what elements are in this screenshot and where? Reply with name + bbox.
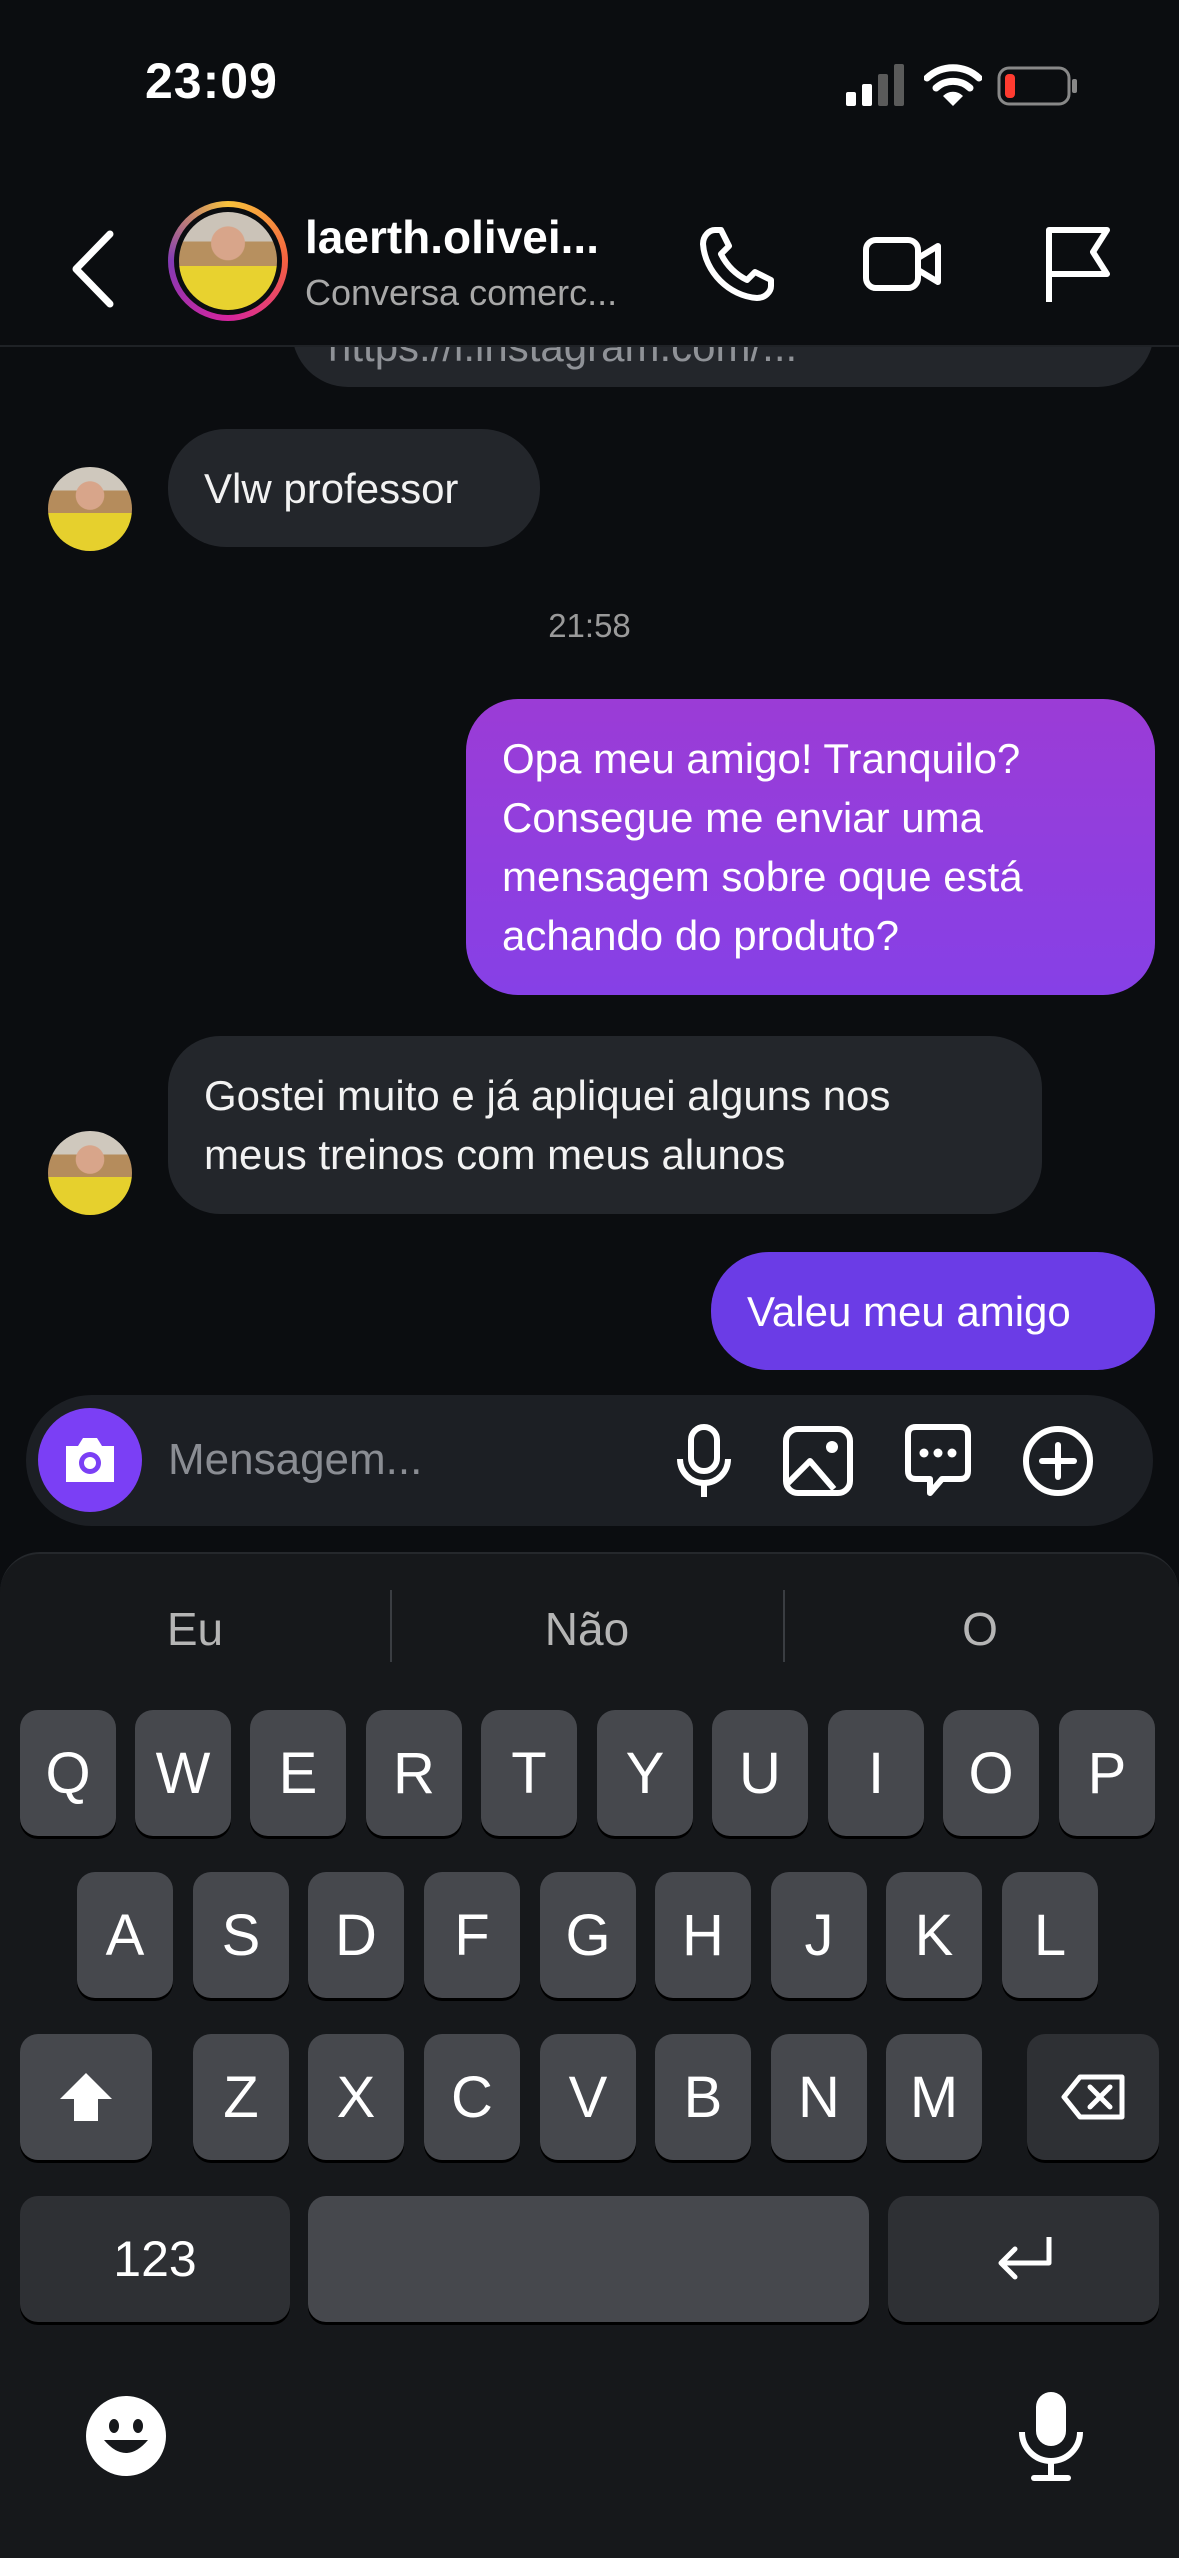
message-line: Opa meu amigo! Tranquilo? [502, 735, 1021, 782]
incoming-message[interactable]: Vlw professor [168, 429, 540, 547]
microphone-icon[interactable] [664, 1421, 744, 1501]
shared-link-bubble[interactable]: https://l.instagram.com/... [292, 345, 1154, 387]
key-g[interactable]: G [540, 1872, 636, 1998]
key-w[interactable]: W [135, 1710, 231, 1836]
key-e[interactable]: E [250, 1710, 346, 1836]
plus-icon[interactable] [1018, 1421, 1098, 1501]
message-input[interactable]: Mensagem... [168, 1435, 422, 1485]
gallery-icon[interactable] [778, 1421, 858, 1501]
flag-icon[interactable] [1035, 222, 1119, 306]
sticker-icon[interactable] [898, 1421, 978, 1501]
sender-avatar[interactable] [48, 467, 132, 551]
message-line: Gostei muito e já apliquei alguns nos [204, 1072, 891, 1119]
sender-avatar[interactable] [48, 1131, 132, 1215]
suggestion-1[interactable]: Eu [0, 1602, 390, 1656]
backspace-icon [1061, 2074, 1125, 2120]
key-d[interactable]: D [308, 1872, 404, 1998]
key-n[interactable]: N [771, 2034, 867, 2160]
shift-key[interactable] [20, 2034, 152, 2160]
avatar[interactable] [168, 201, 288, 321]
emoji-icon[interactable] [84, 2394, 168, 2478]
backspace-key[interactable] [1027, 2034, 1159, 2160]
key-t[interactable]: T [481, 1710, 577, 1836]
key-u[interactable]: U [712, 1710, 808, 1836]
contact-name[interactable]: laerth.olivei... [305, 210, 635, 264]
key-i[interactable]: I [828, 1710, 924, 1836]
return-key[interactable] [888, 2196, 1159, 2322]
chat-header: laerth.olivei... Conversa comerc... [0, 190, 1179, 347]
key-q[interactable]: Q [20, 1710, 116, 1836]
status-bar: 23:09 [0, 0, 1179, 170]
key-y[interactable]: Y [597, 1710, 693, 1836]
phone-icon[interactable] [695, 222, 779, 306]
incoming-message[interactable]: Gostei muito e já apliquei alguns nos me… [168, 1036, 1042, 1214]
cellular-signal-icon [846, 64, 904, 106]
key-b[interactable]: B [655, 2034, 751, 2160]
message-line: mensagem sobre oque está [502, 853, 1023, 900]
key-z[interactable]: Z [193, 2034, 289, 2160]
message-text: Vlw professor [204, 465, 459, 512]
outgoing-message[interactable]: Opa meu amigo! Tranquilo? Consegue me en… [466, 699, 1155, 995]
battery-icon [997, 66, 1077, 106]
keyboard: Eu Não O Q W E R T Y U I O P A S D F G H… [0, 1552, 1179, 2558]
key-s[interactable]: S [193, 1872, 289, 1998]
shared-link-text: https://l.instagram.com/... [328, 345, 798, 370]
message-line: Consegue me enviar uma [502, 794, 983, 841]
suggestion-3[interactable]: O [785, 1602, 1175, 1656]
key-h[interactable]: H [655, 1872, 751, 1998]
video-call-icon[interactable] [860, 222, 944, 306]
space-key[interactable] [308, 2196, 869, 2322]
key-c[interactable]: C [424, 2034, 520, 2160]
key-r[interactable]: R [366, 1710, 462, 1836]
message-timestamp: 21:58 [548, 607, 631, 644]
message-text: Valeu meu amigo [747, 1288, 1071, 1335]
message-composer: Mensagem... [26, 1395, 1153, 1526]
camera-button[interactable] [38, 1408, 142, 1512]
back-icon[interactable] [62, 224, 122, 314]
wifi-icon [924, 64, 982, 106]
suggestion-2[interactable]: Não [392, 1602, 782, 1656]
dictation-microphone-icon[interactable] [1010, 2390, 1092, 2482]
key-o[interactable]: O [943, 1710, 1039, 1836]
numbers-key[interactable]: 123 [20, 2196, 290, 2322]
key-l[interactable]: L [1002, 1872, 1098, 1998]
key-v[interactable]: V [540, 2034, 636, 2160]
camera-icon [66, 1438, 114, 1482]
key-a[interactable]: A [77, 1872, 173, 1998]
key-k[interactable]: K [886, 1872, 982, 1998]
shift-icon [60, 2073, 112, 2121]
return-icon [998, 2237, 1051, 2280]
outgoing-message[interactable]: Valeu meu amigo [711, 1252, 1155, 1370]
key-m[interactable]: M [886, 2034, 982, 2160]
key-f[interactable]: F [424, 1872, 520, 1998]
status-time: 23:09 [145, 53, 278, 109]
key-j[interactable]: J [771, 1872, 867, 1998]
message-list[interactable]: https://l.instagram.com/... Vlw professo… [0, 345, 1179, 1380]
contact-subtitle[interactable]: Conversa comerc... [305, 272, 635, 314]
message-line: meus treinos com meus alunos [204, 1131, 786, 1178]
message-line: achando do produto? [502, 912, 900, 959]
key-x[interactable]: X [308, 2034, 404, 2160]
key-p[interactable]: P [1059, 1710, 1155, 1836]
